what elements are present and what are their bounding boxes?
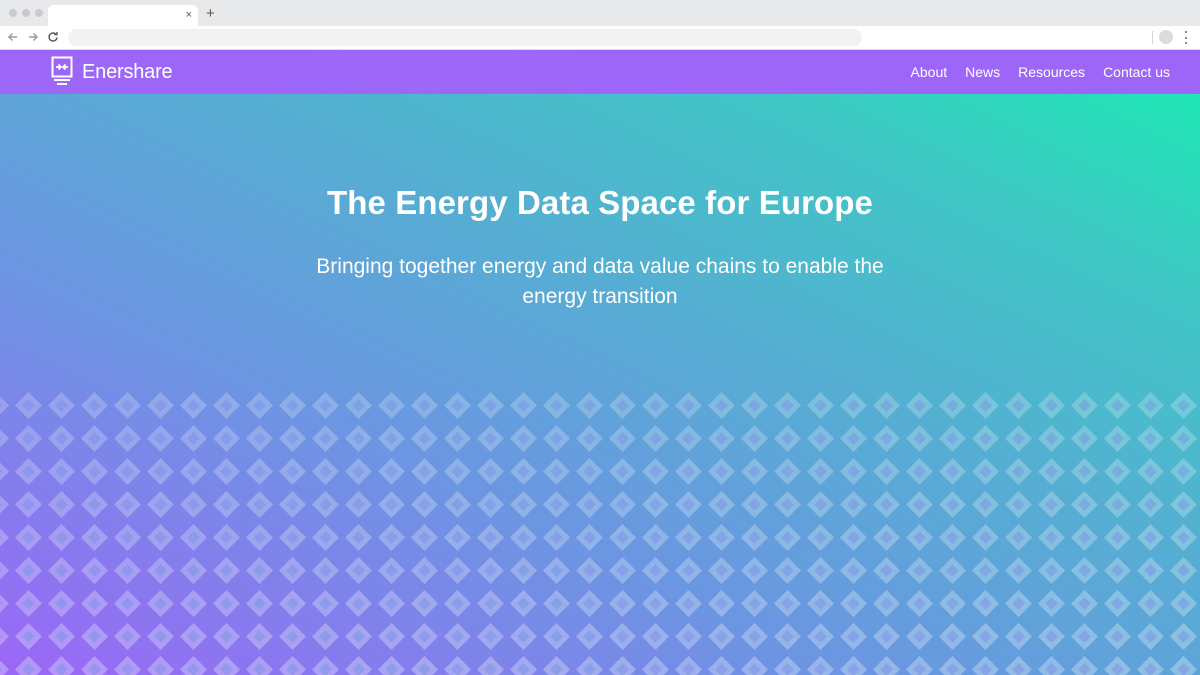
new-tab-icon[interactable]: + [206, 6, 215, 22]
window-minimize-dot[interactable] [22, 9, 30, 17]
window-maximize-dot[interactable] [35, 9, 43, 17]
hero-subtitle: Bringing together energy and data value … [316, 255, 884, 308]
brand-logo-link[interactable]: Enershare [50, 56, 173, 88]
forward-arrow-icon[interactable] [26, 29, 40, 45]
close-tab-icon[interactable]: × [186, 8, 192, 22]
address-bar[interactable] [68, 29, 862, 46]
nav-link-contact[interactable]: Contact us [1103, 64, 1170, 80]
window-close-dot[interactable] [9, 9, 17, 17]
toolbar-divider [1152, 31, 1153, 44]
nav-link-about[interactable]: About [911, 64, 948, 80]
back-arrow-icon[interactable] [6, 29, 20, 45]
main-nav: About News Resources Contact us [893, 50, 1170, 94]
browser-menu-icon[interactable] [1183, 31, 1189, 44]
browser-tab[interactable]: × [48, 5, 198, 26]
diamond-pattern-decoration [0, 391, 1200, 675]
hero-section: The Energy Data Space for Europe Bringin… [0, 94, 1200, 675]
profile-avatar-icon[interactable] [1159, 30, 1173, 44]
browser-tab-strip: × + [0, 0, 1200, 26]
enershare-logo-icon [51, 56, 73, 85]
hero-title: The Energy Data Space for Europe [326, 184, 873, 221]
browser-toolbar [0, 26, 1200, 50]
nav-link-resources[interactable]: Resources [1018, 64, 1085, 80]
reload-icon[interactable] [46, 29, 60, 45]
site-header: Enershare About News Resources Contact u… [0, 50, 1200, 94]
nav-link-news[interactable]: News [965, 64, 1000, 80]
brand-name: Enershare [82, 60, 173, 83]
